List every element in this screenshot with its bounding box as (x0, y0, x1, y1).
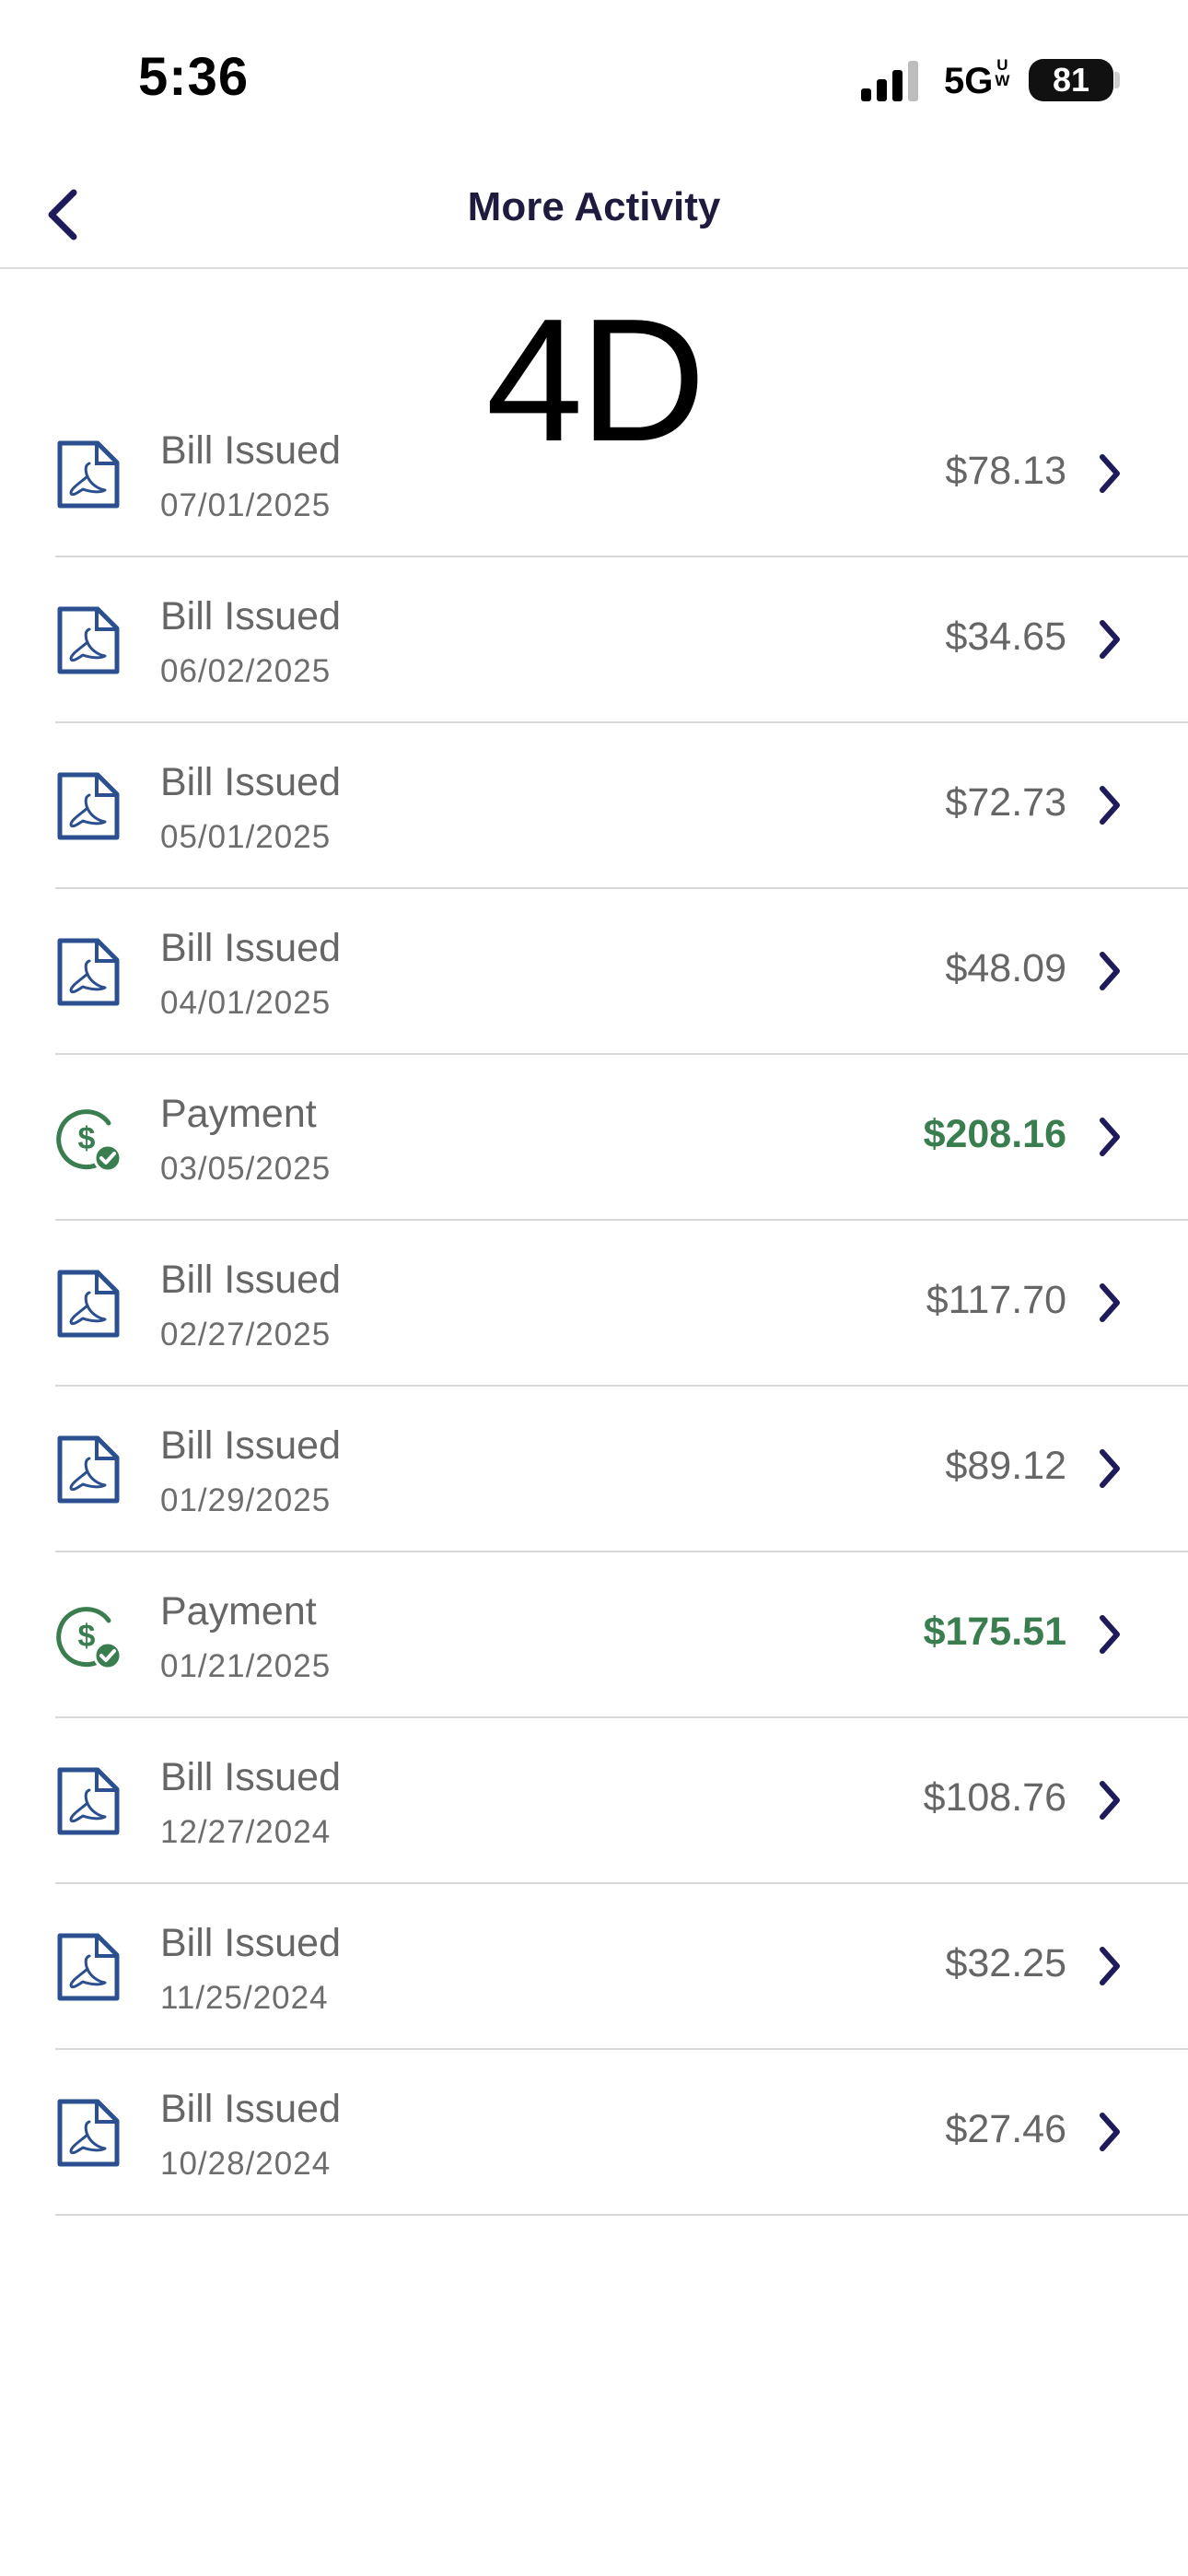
activity-amount: $48.09 (945, 946, 1066, 990)
activity-label: Payment (160, 1589, 317, 1633)
activity-amount: $32.25 (945, 1941, 1066, 1985)
activity-label: Bill Issued (160, 2087, 341, 2131)
bill-row[interactable]: Bill Issued 02/27/2025 $117.70 (55, 1221, 1188, 1387)
status-time: 5:36 (138, 47, 250, 107)
nav-bar: More Activity (0, 157, 1188, 269)
chevron-right-icon (1100, 1781, 1120, 1820)
activity-date: 05/01/2025 (160, 819, 332, 855)
activity-amount: $108.76 (923, 1775, 1066, 1820)
bill-row[interactable]: Bill Issued 11/25/2024 $32.25 (55, 1884, 1188, 2050)
activity-date: 03/05/2025 (160, 1151, 332, 1187)
payment-row[interactable]: $ Payment 01/21/2025 $175.51 (55, 1552, 1188, 1718)
pdf-document-icon (57, 1933, 120, 2001)
pdf-document-icon (57, 1435, 120, 1504)
activity-label: Payment (160, 1092, 317, 1136)
activity-amount: $175.51 (923, 1610, 1066, 1654)
activity-label: Bill Issued (160, 760, 341, 804)
activity-label: Bill Issued (160, 1258, 341, 1302)
activity-amount: $208.16 (923, 1112, 1066, 1156)
activity-label: Bill Issued (160, 428, 341, 473)
pdf-document-icon (57, 606, 120, 674)
network-indicator: 5G U W (944, 57, 1009, 102)
activity-label: Bill Issued (160, 1423, 341, 1468)
payment-row[interactable]: $ Payment 03/05/2025 $208.16 (55, 1055, 1188, 1221)
activity-label: Bill Issued (160, 1921, 341, 1965)
chevron-right-icon (1100, 1283, 1120, 1322)
activity-amount: $89.12 (945, 1444, 1066, 1488)
chevron-right-icon (1100, 1118, 1120, 1156)
activity-amount: $27.46 (945, 2107, 1066, 2151)
chevron-right-icon (1100, 1615, 1120, 1654)
pdf-document-icon (57, 772, 120, 840)
chevron-right-icon (1100, 786, 1120, 825)
bill-row[interactable]: Bill Issued 04/01/2025 $48.09 (55, 889, 1188, 1055)
activity-date: 01/29/2025 (160, 1482, 332, 1518)
pdf-document-icon (57, 938, 120, 1006)
activity-date: 04/01/2025 (160, 985, 332, 1021)
bill-row[interactable]: Bill Issued 01/29/2025 $89.12 (55, 1387, 1188, 1552)
battery-icon: 81 (1029, 59, 1113, 101)
svg-text:$: $ (78, 1619, 96, 1654)
pdf-document-icon (57, 440, 120, 509)
activity-label: Bill Issued (160, 926, 341, 970)
activity-label: Bill Issued (160, 594, 341, 638)
battery-cap (1114, 72, 1120, 88)
activity-amount: $72.73 (945, 780, 1066, 825)
chevron-right-icon (1100, 620, 1120, 659)
signal-icon (861, 61, 918, 101)
activity-date: 01/21/2025 (160, 1648, 332, 1684)
bill-row[interactable]: Bill Issued 07/01/2025 $78.13 (55, 392, 1188, 557)
battery-level: 81 (1052, 61, 1090, 99)
chevron-right-icon (1100, 952, 1120, 990)
activity-date: 11/25/2024 (160, 1980, 329, 2016)
activity-amount: $117.70 (926, 1278, 1066, 1322)
network-type: 5G (944, 61, 994, 101)
activity-date: 12/27/2024 (160, 1814, 332, 1850)
activity-amount: $78.13 (945, 449, 1066, 493)
network-uw: UW (995, 57, 1009, 88)
activity-list: Bill Issued 07/01/2025 $78.13 Bill Issued 0… (0, 392, 1188, 2216)
chevron-right-icon (1100, 454, 1120, 493)
bill-row[interactable]: Bill Issued 12/27/2024 $108.76 (55, 1718, 1188, 1884)
activity-date: 07/01/2025 (160, 487, 332, 523)
bill-row[interactable]: Bill Issued 06/02/2025 $34.65 (55, 557, 1188, 723)
chevron-right-icon (1100, 2113, 1120, 2151)
activity-label: Bill Issued (160, 1755, 341, 1799)
payment-check-icon: $ (56, 1607, 122, 1670)
bill-row[interactable]: Bill Issued 05/01/2025 $72.73 (55, 723, 1188, 889)
svg-text:$: $ (78, 1121, 96, 1156)
payment-check-icon: $ (56, 1109, 122, 1173)
status-bar: 5:36 5G U W 81 (0, 0, 1188, 157)
activity-date: 06/02/2025 (160, 653, 332, 689)
bill-row[interactable]: Bill Issued 10/28/2024 $27.46 (55, 2050, 1188, 2216)
pdf-document-icon (57, 1270, 120, 1338)
pdf-document-icon (57, 2099, 120, 2167)
network-sub: W (995, 72, 1010, 89)
page-title: More Activity (467, 184, 721, 229)
activity-amount: $34.65 (945, 615, 1066, 659)
chevron-right-icon (1100, 1947, 1120, 1985)
activity-date: 10/28/2024 (160, 2146, 332, 2182)
chevron-right-icon (1100, 1449, 1120, 1488)
pdf-document-icon (57, 1767, 120, 1835)
activity-date: 02/27/2025 (160, 1317, 332, 1352)
